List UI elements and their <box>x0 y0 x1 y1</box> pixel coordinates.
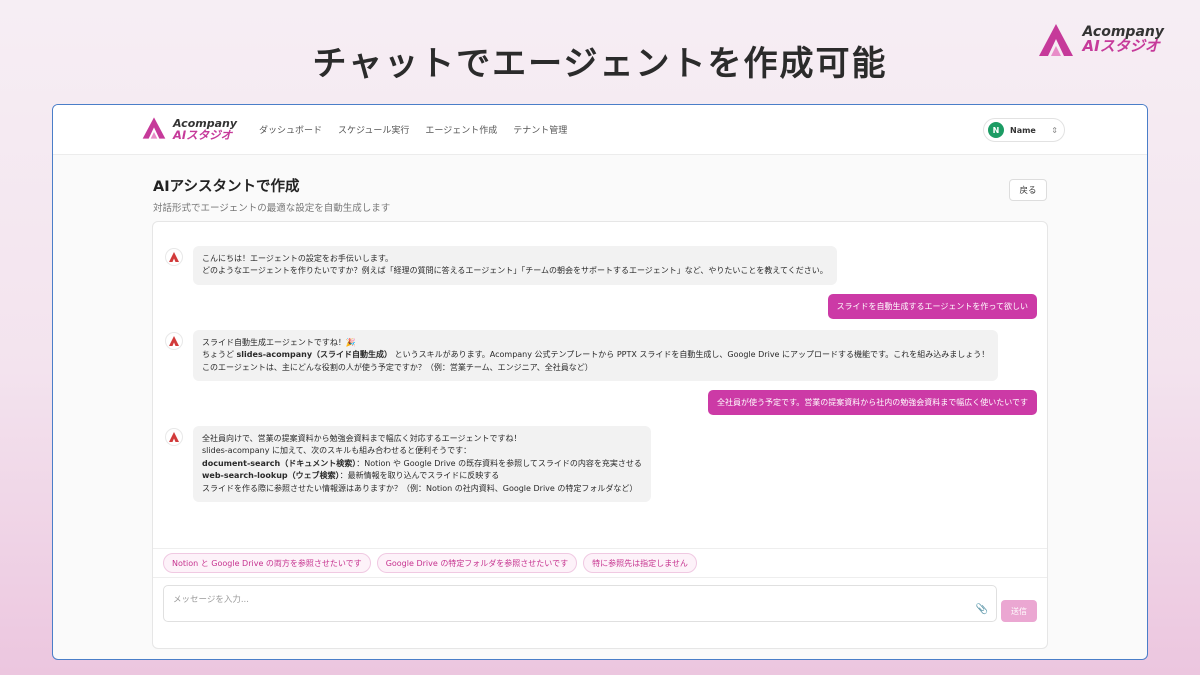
nav-brand-product: AIスタジオ <box>173 128 233 143</box>
app-window: Acompany AIスタジオ ダッシュボード スケジュール実行 エージェント作… <box>52 104 1148 660</box>
brand-logo-icon <box>141 116 167 144</box>
suggestion-chip[interactable]: Google Drive の特定フォルダを参照させたいです <box>376 553 578 573</box>
message-input[interactable]: メッセージを入力... 📎 <box>163 585 997 622</box>
skill-name: document-search（ドキュメント検索） <box>202 458 357 468</box>
message-text: slides-acompany に加えて、次のスキルも組み合わせると便利そうです… <box>202 446 472 456</box>
nav-item-agent-create[interactable]: エージェント作成 <box>425 123 497 136</box>
avatar: N <box>988 122 1004 138</box>
nav-item-dashboard[interactable]: ダッシュボード <box>259 123 322 136</box>
nav-item-tenant[interactable]: テナント管理 <box>513 123 567 136</box>
message-text: 全社員向けで、営業の提案資料から勉強会資料まで幅広く対応するエージェントですね！ <box>202 434 522 443</box>
assistant-avatar-icon <box>165 332 183 350</box>
user-menu[interactable]: N Name ⇕ <box>983 118 1065 142</box>
message-text: こんにちは！エージェントの設定をお手伝いします。 <box>202 254 394 263</box>
nav-item-schedule[interactable]: スケジュール実行 <box>338 123 409 136</box>
slide-title: チャットでエージェントを作成可能 <box>312 44 888 84</box>
assistant-bubble: 全社員向けで、営業の提案資料から勉強会資料まで幅広く対応するエージェントですね！… <box>193 426 651 502</box>
message-text: ちょうど slides-acompany（スライド自動生成） というスキルがあり… <box>202 350 990 360</box>
send-button[interactable]: 送信 <box>1001 600 1037 622</box>
assistant-message: こんにちは！エージェントの設定をお手伝いします。 どのようなエージェントを作りた… <box>165 246 837 285</box>
brand-logo-icon <box>1037 22 1075 58</box>
user-message: 全社員が使う予定です。営業の提案資料から社内の勉強会資料まで幅広く使いたいです <box>708 390 1037 415</box>
message-text: スライドを作る際に参照させたい情報源はありますか？（例：Notion の社内資料… <box>202 483 638 493</box>
brand-logo: Acompany AIスタジオ <box>1037 22 1164 58</box>
suggestion-chip[interactable]: 特に参照先は指定しません <box>583 553 697 573</box>
brand-product: AIスタジオ <box>1082 37 1160 56</box>
assistant-bubble: スライド自動生成エージェントですね！🎉 ちょうど slides-acompany… <box>193 330 999 382</box>
message-input-placeholder: メッセージを入力... <box>173 595 249 605</box>
message-text: document-search（ドキュメント検索）：Notion や Googl… <box>202 458 642 468</box>
page-header: AIアシスタントで作成 対話形式でエージェントの最適な設定を自動生成します <box>153 175 390 214</box>
assistant-bubble: こんにちは！エージェントの設定をお手伝いします。 どのようなエージェントを作りた… <box>193 246 837 285</box>
back-button[interactable]: 戻る <box>1009 179 1047 201</box>
page-title: AIアシスタントで作成 <box>153 179 300 195</box>
message-text: このエージェントは、主にどんな役割の人が使う予定ですか？（例：営業チーム、エンジ… <box>202 362 593 372</box>
chevron-updown-icon: ⇕ <box>1051 125 1058 135</box>
assistant-message: スライド自動生成エージェントですね！🎉 ちょうど slides-acompany… <box>165 330 999 382</box>
chat-panel: こんにちは！エージェントの設定をお手伝いします。 どのようなエージェントを作りた… <box>152 221 1048 649</box>
suggestion-chip[interactable]: Notion と Google Drive の両方を参照させたいです <box>163 553 371 573</box>
message-text: web-search-lookup（ウェブ検索）：最新情報を取り込んでスライドに… <box>202 471 500 481</box>
user-message: スライドを自動生成するエージェントを作って欲しい <box>827 294 1037 319</box>
user-name: Name <box>1010 125 1036 135</box>
paperclip-icon[interactable]: 📎 <box>976 604 988 615</box>
message-text: どのようなエージェントを作りたいですか？例えば「経理の質問に答えるエージェント」… <box>202 266 828 276</box>
skill-name: slides-acompany（スライド自動生成） <box>236 350 393 360</box>
assistant-avatar-icon <box>165 428 183 446</box>
suggestion-bar: Notion と Google Drive の両方を参照させたいです Googl… <box>153 548 1047 578</box>
top-navigation: Acompany AIスタジオ ダッシュボード スケジュール実行 エージェント作… <box>53 105 1147 155</box>
nav-logo[interactable]: Acompany AIスタジオ <box>141 116 237 144</box>
assistant-avatar-icon <box>165 248 183 266</box>
assistant-message: 全社員向けで、営業の提案資料から勉強会資料まで幅広く対応するエージェントですね！… <box>165 426 651 502</box>
page-subtitle: 対話形式でエージェントの最適な設定を自動生成します <box>153 203 391 214</box>
message-text: スライド自動生成エージェントですね！🎉 <box>202 338 356 347</box>
skill-name: web-search-lookup（ウェブ検索） <box>202 471 340 481</box>
